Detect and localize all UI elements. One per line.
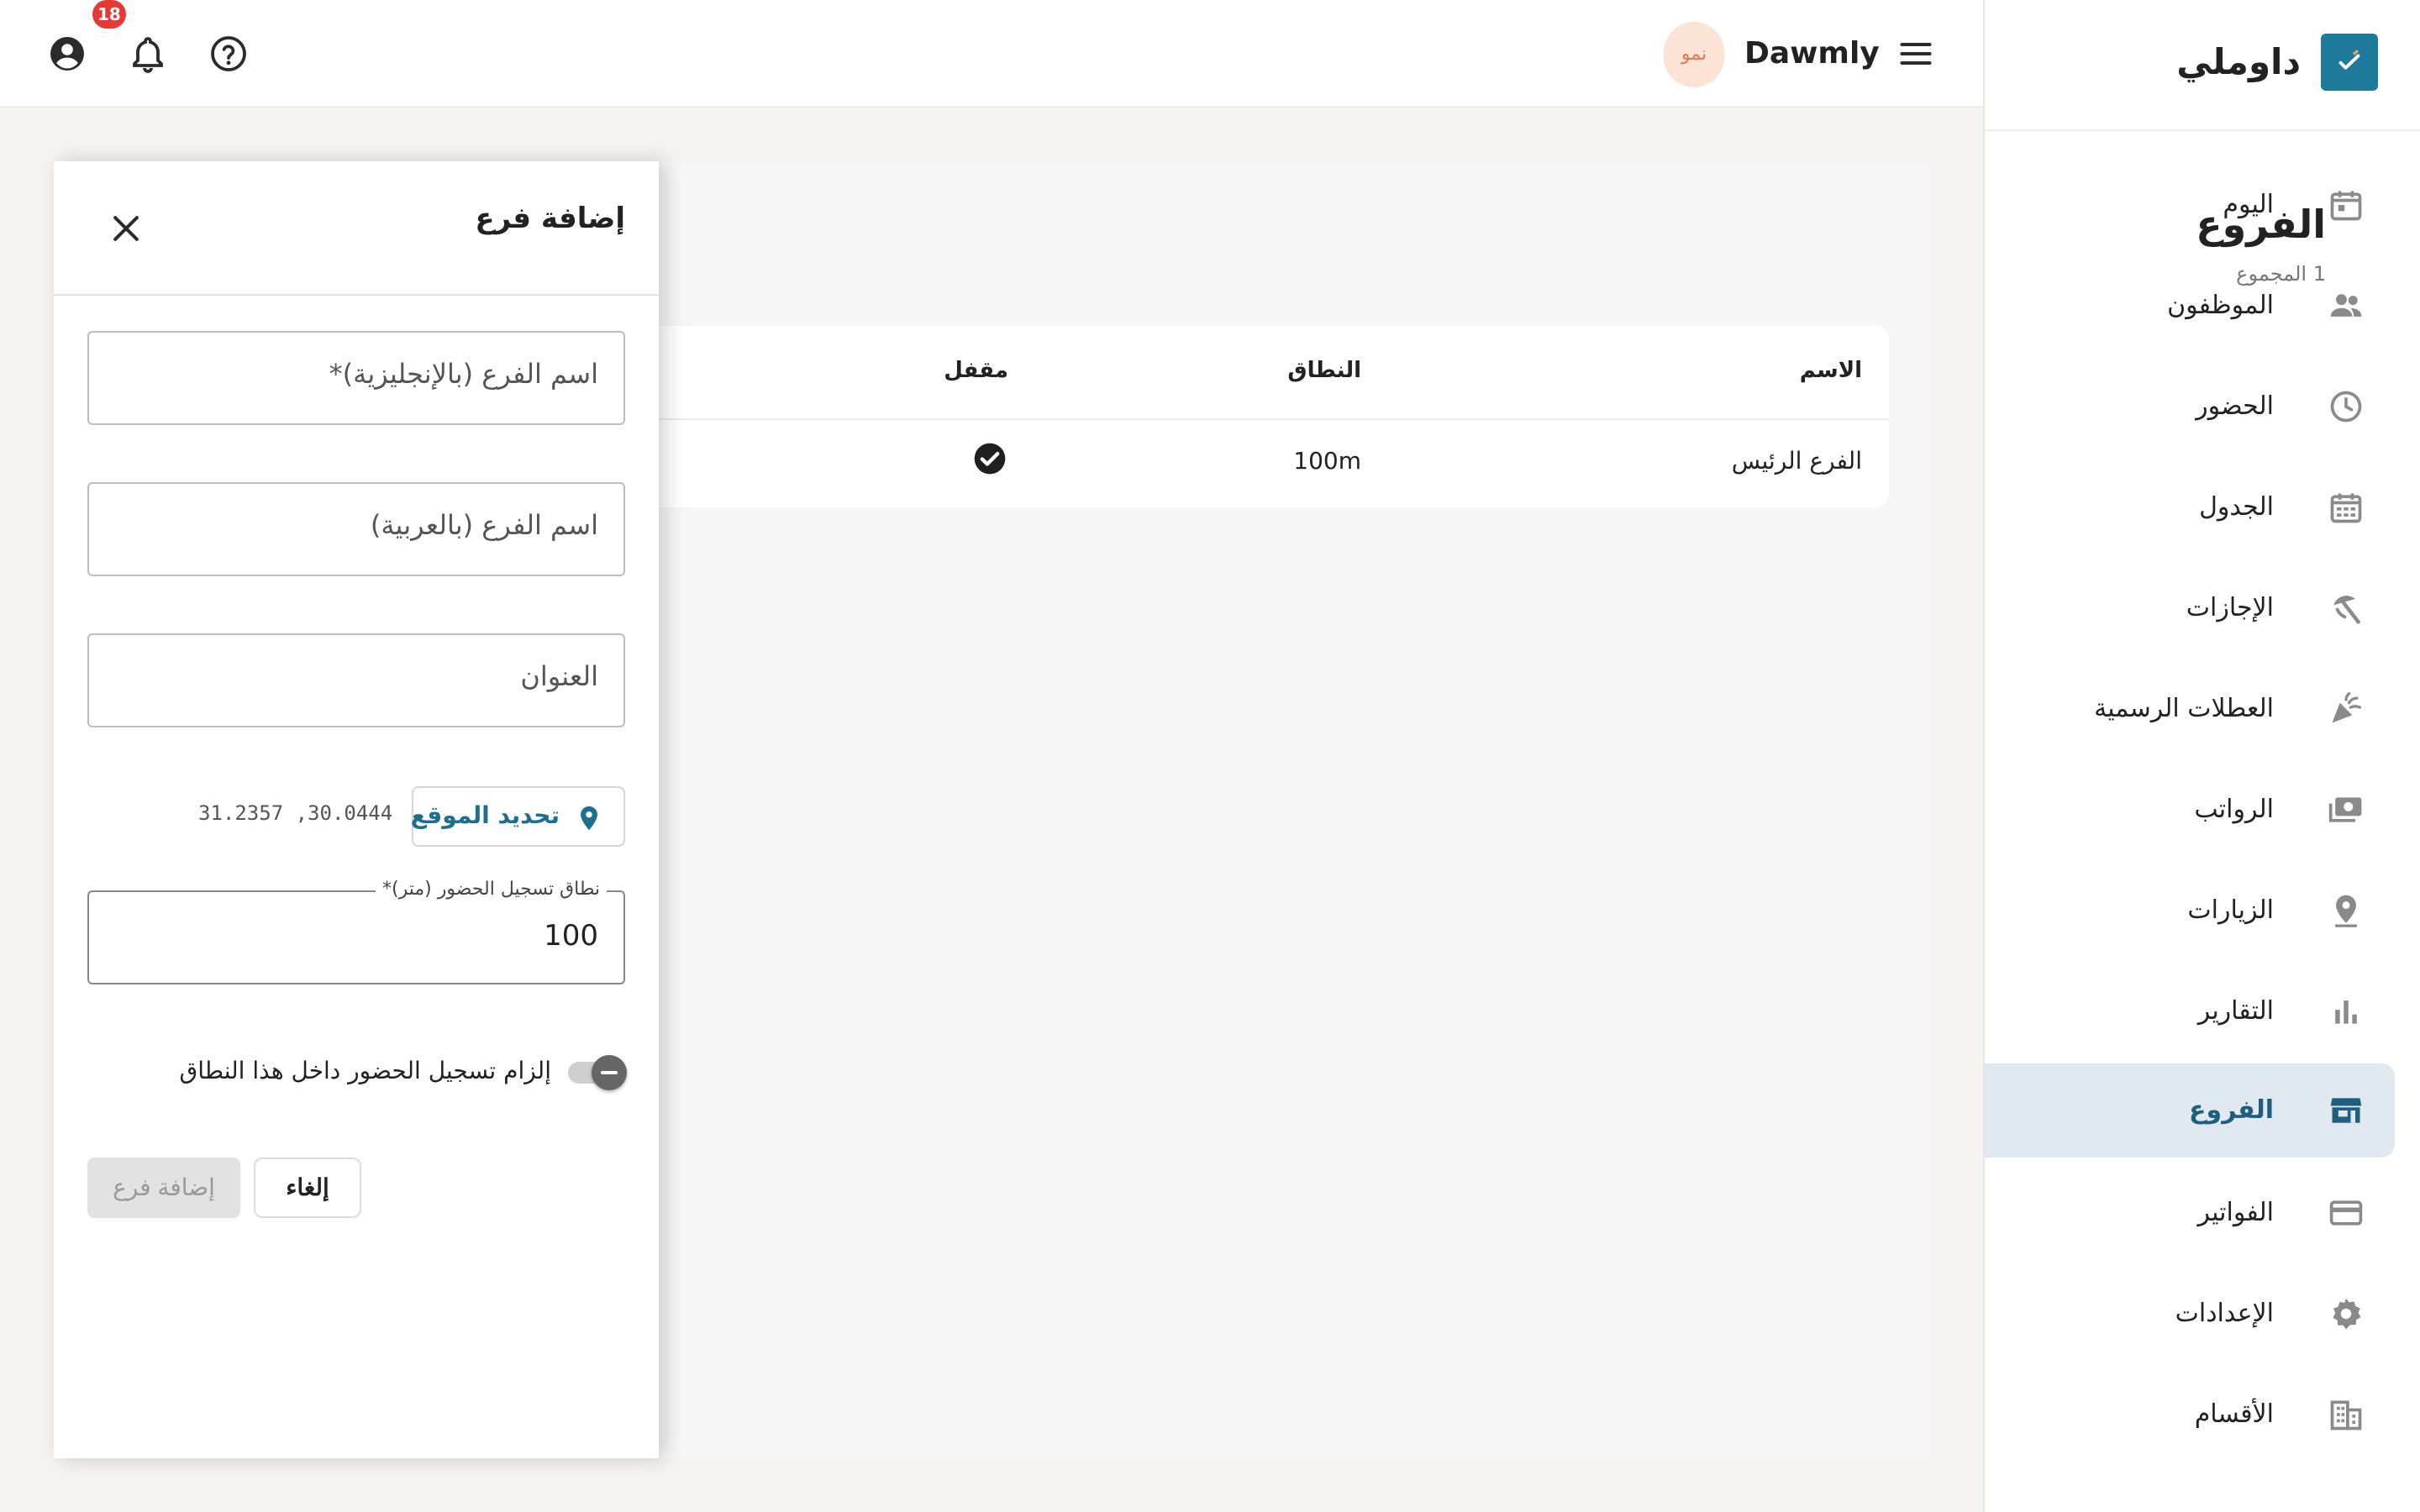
address-field[interactable]: العنوان	[87, 633, 625, 727]
column-header-name[interactable]: الاسم	[1800, 358, 1862, 383]
set-location-label: تحديد الموقع	[410, 801, 560, 829]
storefront-icon	[2330, 1098, 2362, 1123]
sidebar-item-label: الأقسام	[2194, 1399, 2274, 1429]
help-icon[interactable]	[208, 34, 249, 74]
calendar-grid-icon	[2330, 493, 2362, 523]
branch-name-en-field[interactable]: اسم الفرع (بالإنجليزية)*	[87, 331, 625, 425]
sidebar-item-label: الموظفون	[2167, 291, 2274, 320]
payments-icon	[2328, 797, 2362, 822]
enforce-range-label: إلزام تسجيل الحضور داخل هذا النطاق	[179, 1057, 551, 1084]
enforce-range-row: إلزام تسجيل الحضور داخل هذا النطاق	[87, 1053, 627, 1094]
sidebar-item-settings[interactable]: الإعدادات	[1985, 1267, 2395, 1361]
sidebar-item-label: الرواتب	[2194, 795, 2274, 824]
sidebar-item-label: الإجازات	[2186, 593, 2274, 622]
sidebar-item-attendance[interactable]: الحضور	[1985, 360, 2395, 454]
sidebar-item-payroll[interactable]: الرواتب	[1985, 763, 2395, 857]
brand-name: داوملي	[2176, 41, 2301, 82]
attendance-range-field[interactable]: نطاق تسجيل الحضور (متر)* 100	[87, 879, 625, 984]
bell-icon[interactable]	[128, 34, 168, 74]
coordinates-readout: 31.2357 ,30.0444	[198, 801, 393, 825]
notification-badge: 18	[92, 0, 126, 29]
brand-logo[interactable]	[2321, 34, 2378, 91]
sidebar-item-label: العطلات الرسمية	[2094, 694, 2274, 723]
attendance-range-label: نطاق تسجيل الحضور (متر)*	[376, 879, 607, 900]
sidebar-item-label: الحضور	[2196, 391, 2274, 421]
branch-name-ar-field[interactable]: اسم الفرع (بالعربية)	[87, 482, 625, 576]
sidebar-item-schedule[interactable]: الجدول	[1985, 460, 2395, 554]
attendance-range-value: 100	[544, 919, 598, 953]
gear-icon	[2333, 1298, 2361, 1330]
cell-branch-name: الفرع الرئيس	[1731, 447, 1862, 475]
branch-name-en-placeholder: اسم الفرع (بالإنجليزية)*	[329, 358, 598, 390]
branch-name-ar-placeholder: اسم الفرع (بالعربية)	[370, 509, 598, 541]
set-location-button[interactable]: تحديد الموقع	[410, 786, 625, 847]
sidebar-item-reports[interactable]: التقارير	[1985, 964, 2395, 1058]
clock-icon	[2330, 391, 2362, 423]
sidebar-item-today[interactable]: اليوم	[1985, 158, 2395, 252]
sidebar-item-label: الإعدادات	[2175, 1299, 2274, 1328]
sidebar-item-label: الفواتير	[2197, 1198, 2274, 1227]
page-title: الفروع	[2196, 202, 2326, 247]
bar-chart-icon	[2335, 1000, 2357, 1024]
enforce-range-toggle[interactable]	[592, 1055, 627, 1090]
close-icon[interactable]	[108, 210, 145, 247]
add-branch-drawer: إضافة فرع اسم الفرع (بالإنجليزية)* اسم ا…	[54, 161, 659, 1458]
address-placeholder: العنوان	[520, 660, 598, 692]
column-header-range[interactable]: النطاق	[1287, 358, 1361, 383]
drawer-header: إضافة فرع	[54, 161, 659, 296]
drawer-title: إضافة فرع	[475, 202, 625, 235]
check-circle-icon	[974, 443, 1006, 475]
sidebar-item-branches[interactable]: الفروع	[1985, 1063, 2395, 1158]
celebration-icon	[2332, 692, 2362, 723]
minus-icon	[601, 1071, 618, 1074]
company-logo: نمو	[1664, 22, 1724, 87]
page-count: 1 المجموع	[2236, 262, 2326, 286]
sidebar-item-label: الجدول	[2199, 492, 2274, 522]
location-pin-icon	[581, 806, 597, 831]
sidebar-item-holidays[interactable]: العطلات الرسمية	[1985, 662, 2395, 756]
cancel-button[interactable]: إلغاء	[254, 1158, 361, 1218]
add-branch-button[interactable]: إضافة فرع	[87, 1158, 240, 1218]
credit-card-icon	[2329, 1200, 2363, 1226]
check-pen-icon	[2338, 50, 2360, 70]
sidebar-item-label: التقارير	[2197, 996, 2274, 1026]
sidebar-item-departments[interactable]: الأقسام	[1985, 1368, 2395, 1462]
location-pin-icon	[2335, 895, 2357, 927]
brand: داوملي	[1985, 0, 2420, 131]
cell-branch-range: 100m	[1293, 447, 1361, 475]
people-icon	[2330, 294, 2362, 317]
building-icon	[2330, 1400, 2362, 1431]
branches-table: الاسم النطاق مقفل الفرع الرئيس 100m	[538, 326, 1889, 507]
table-divider	[538, 418, 1889, 420]
sidebar-item-label: الزيارات	[2187, 895, 2274, 925]
calendar-today-icon	[2330, 191, 2362, 221]
account-icon[interactable]	[47, 34, 87, 74]
beach-umbrella-icon	[2333, 596, 2360, 624]
menu-icon[interactable]	[1896, 35, 1936, 72]
top-bar: 18 نمو Dawmly	[0, 0, 1983, 108]
sidebar-item-leaves[interactable]: الإجازات	[1985, 561, 2395, 655]
sidebar-item-invoices[interactable]: الفواتير	[1985, 1166, 2395, 1260]
sidebar-item-label: الفروع	[2189, 1095, 2274, 1125]
sidebar-item-visits[interactable]: الزيارات	[1985, 864, 2395, 958]
column-header-locked[interactable]: مقفل	[944, 358, 1008, 383]
sidebar-item-employees[interactable]: الموظفون	[1985, 259, 2395, 353]
company-name: Dawmly	[1744, 36, 1880, 71]
